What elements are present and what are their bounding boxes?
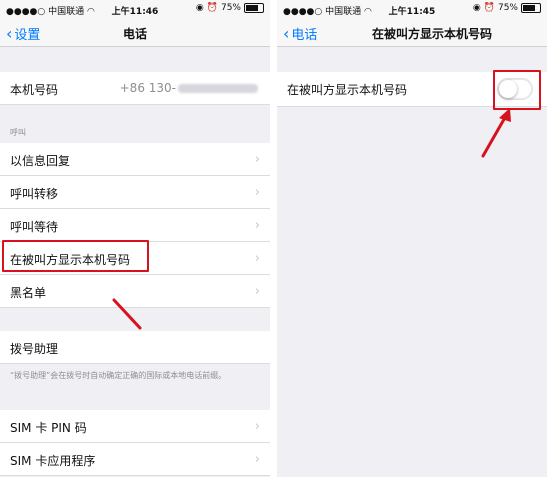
battery-percent: 75% — [497, 3, 518, 13]
list-item-reply-with-message[interactable]: 以信息回复 › — [0, 143, 270, 176]
list-item-sim-pin[interactable]: SIM 卡 PIN 码 › — [0, 410, 270, 443]
battery-percent: 75% — [220, 3, 241, 13]
annotation-arrow — [481, 108, 511, 158]
show-caller-id-label: 在被叫方显示本机号码 — [287, 83, 408, 97]
my-number-row: 本机号码 +86 130- — [0, 72, 270, 105]
alarm-icon: ⏰ — [483, 3, 495, 13]
right-phone-screen: ●●●●○ 中国联通 ◠ 上午11:45 ◉ ⏰ 75% ‹ 电话 在被叫方显示… — [277, 0, 547, 477]
chevron-right-icon: › — [254, 152, 260, 167]
chevron-right-icon: › — [254, 185, 260, 200]
chevron-right-icon: › — [254, 251, 260, 266]
status-bar: ●●●●○ 中国联通 ◠ 上午11:46 ◉ ⏰ 75% — [0, 0, 270, 18]
list-item-dial-assist[interactable]: 拨号助理 — [0, 331, 270, 364]
chevron-right-icon: › — [254, 218, 260, 233]
back-button[interactable]: ‹ 电话 — [283, 24, 317, 43]
my-number-value: +86 130- — [120, 81, 258, 95]
left-phone-screen: ●●●●○ 中国联通 ◠ 上午11:46 ◉ ⏰ 75% ‹ 设置 电话 本机号… — [0, 0, 270, 477]
orientation-lock-icon: ◉ — [195, 3, 204, 13]
chevron-right-icon: › — [254, 419, 260, 434]
highlight-box — [2, 240, 149, 272]
list-item-call-waiting[interactable]: 呼叫等待 › — [0, 209, 270, 242]
page-title: 电话 — [122, 27, 147, 41]
battery-icon — [244, 3, 264, 13]
battery-icon — [521, 3, 541, 13]
highlight-box — [493, 70, 541, 110]
navigation-bar: ‹ 电话 在被叫方显示本机号码 — [277, 18, 547, 47]
navigation-bar: ‹ 设置 电话 — [0, 18, 270, 47]
redacted-number — [178, 84, 258, 93]
alarm-icon: ⏰ — [206, 3, 218, 13]
chevron-right-icon: › — [254, 452, 260, 467]
chevron-right-icon: › — [254, 284, 260, 299]
status-bar: ●●●●○ 中国联通 ◠ 上午11:45 ◉ ⏰ 75% — [277, 0, 547, 18]
dial-assist-note: “拨号助理”会在拨号时自动确定正确的国际或本地电话前缀。 — [10, 371, 227, 380]
list-item-call-forwarding[interactable]: 呼叫转移 › — [0, 176, 270, 209]
orientation-lock-icon: ◉ — [472, 3, 481, 13]
section-header-calls: 呼叫 — [10, 128, 26, 137]
chevron-left-icon: ‹ — [283, 24, 290, 43]
page-title: 在被叫方显示本机号码 — [371, 27, 492, 41]
my-number-label: 本机号码 — [10, 83, 59, 97]
list-item-sim-apps[interactable]: SIM 卡应用程序 › — [0, 443, 270, 476]
annotation-arrow — [112, 298, 142, 330]
